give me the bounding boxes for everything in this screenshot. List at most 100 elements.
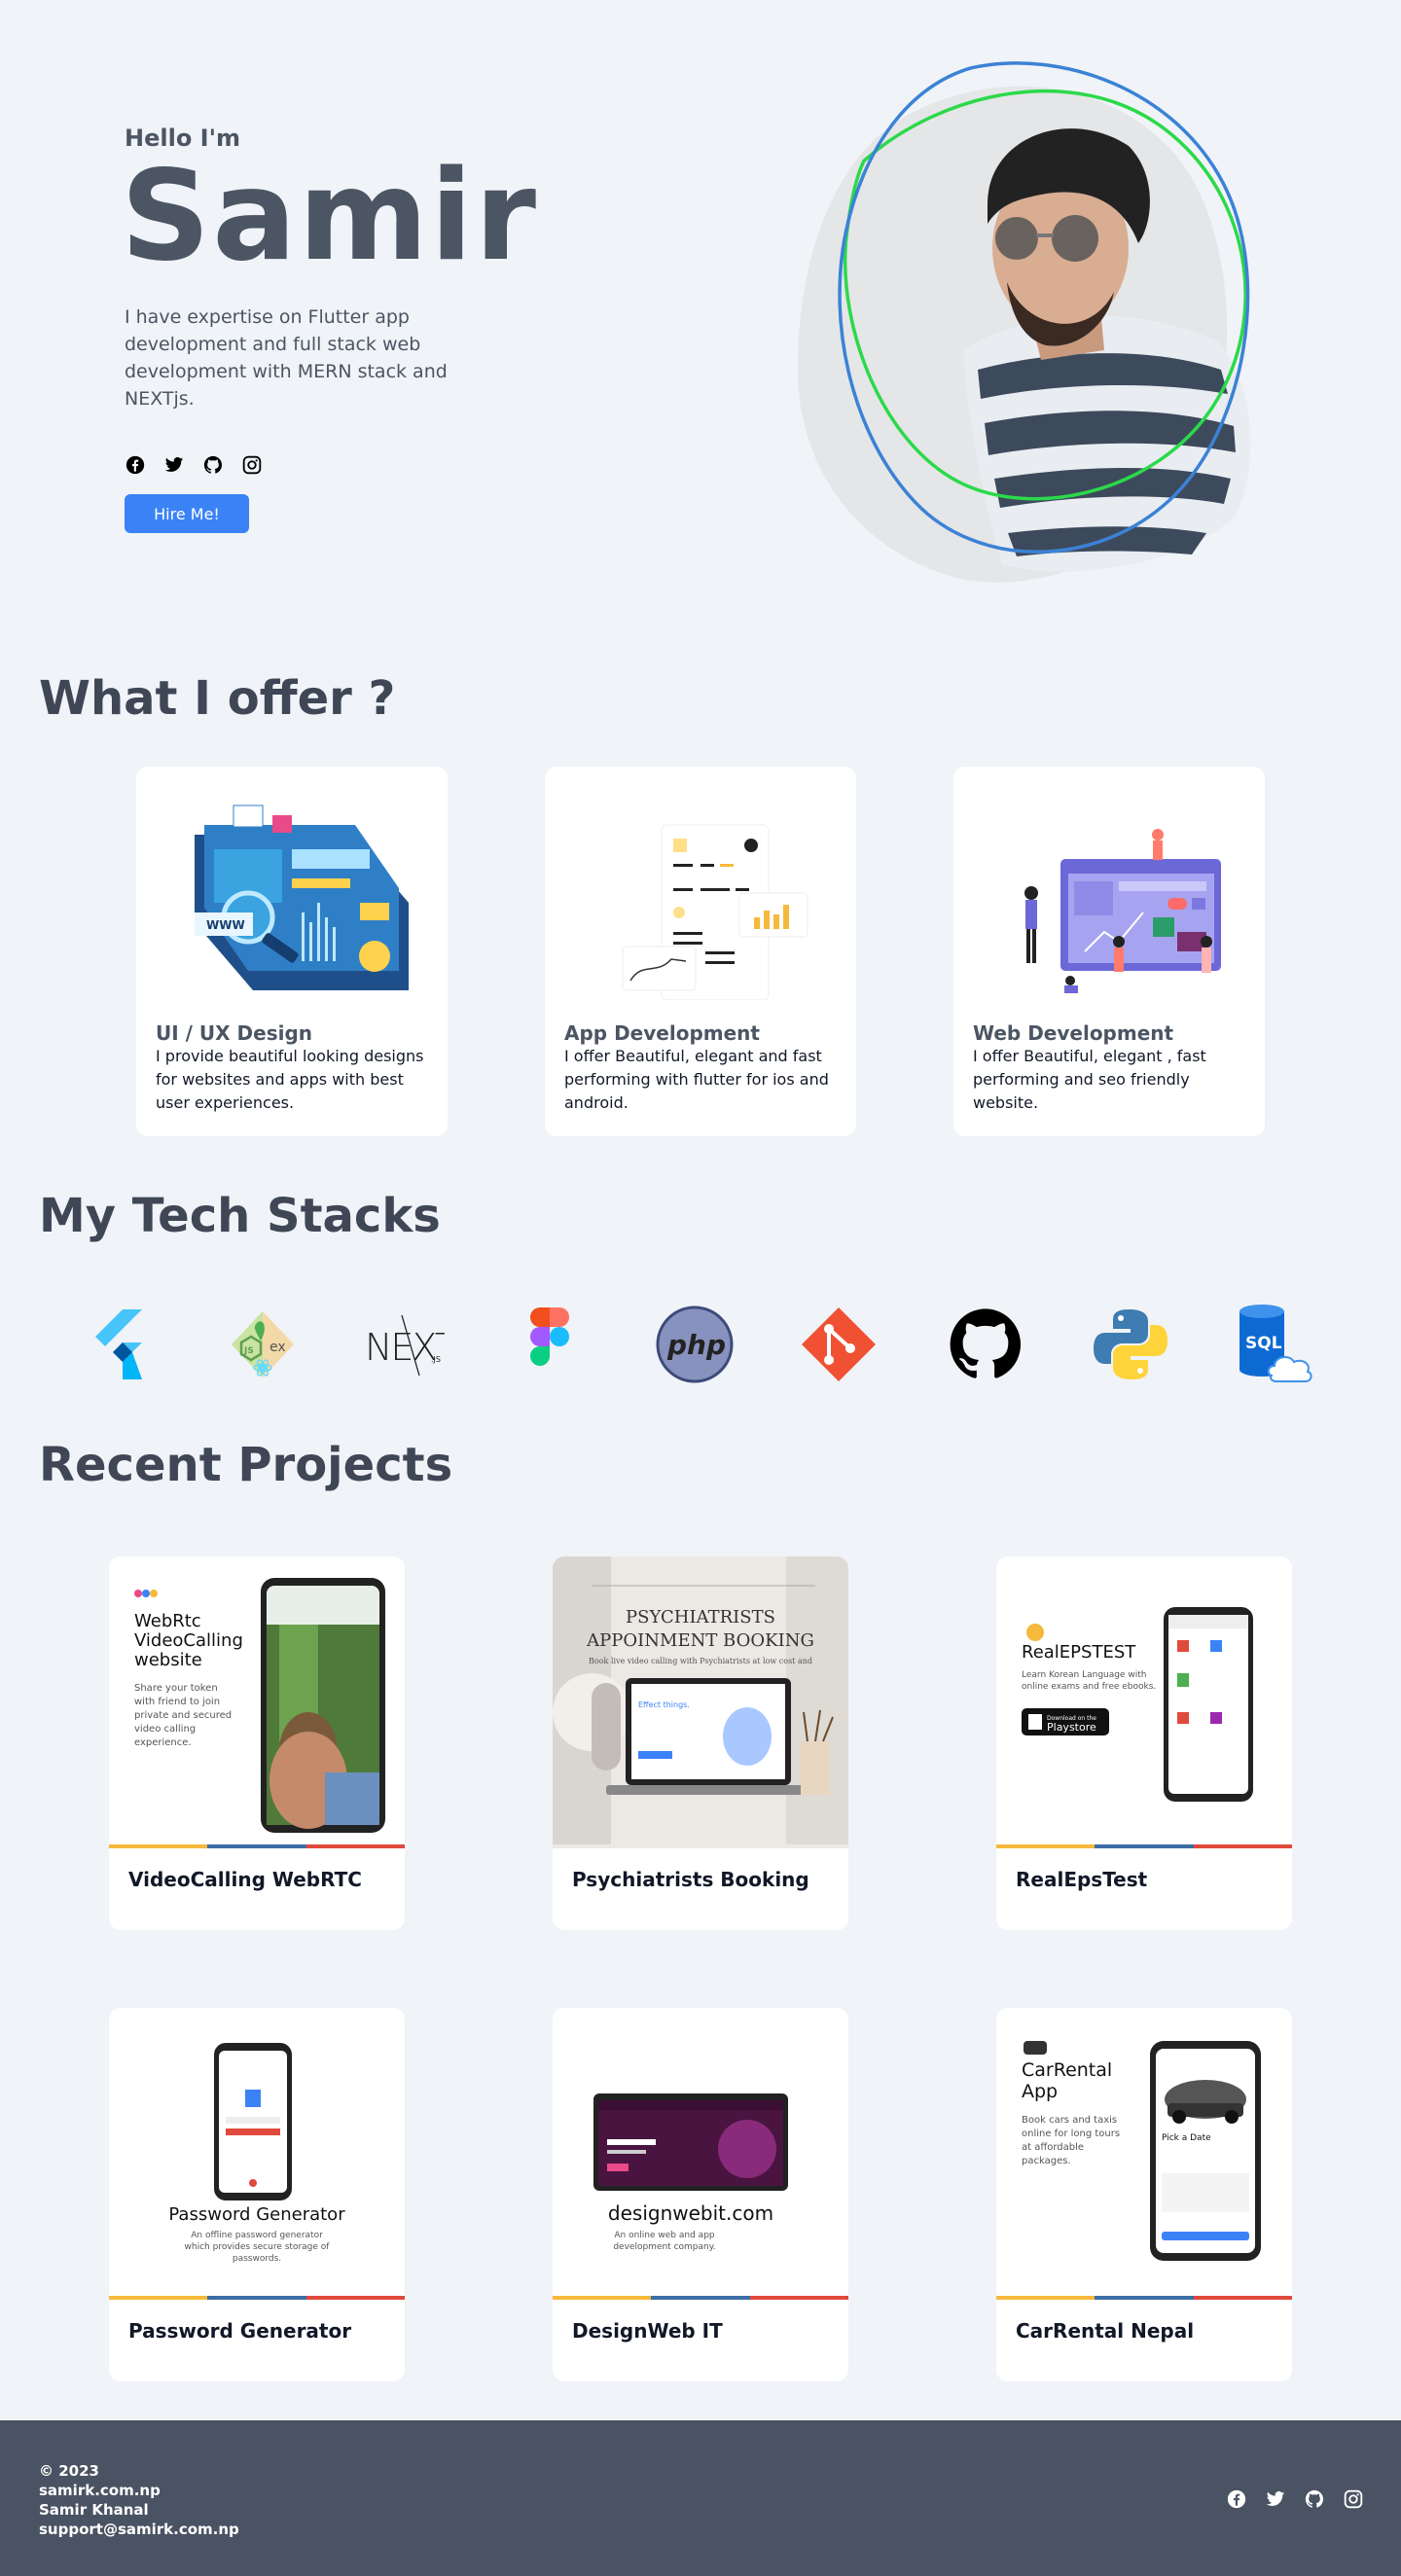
svg-text:with friend to join: with friend to join (134, 1697, 220, 1707)
svg-text:SQL: SQL (1245, 1334, 1282, 1353)
project-card-realepstest[interactable]: RealEPSTEST Learn Korean Language with o… (996, 1556, 1292, 1930)
project-color-bar (996, 1844, 1292, 1848)
offer-title: Web Development (973, 1021, 1174, 1045)
project-color-bar (109, 2296, 405, 2300)
project-color-bar (996, 2296, 1292, 2300)
github-icon (945, 1304, 1026, 1385)
footer-copyright: © 2023 (39, 2462, 99, 2480)
project-color-bar (553, 1844, 848, 1848)
offer-card-ui-ux: WWW UI / UX Design I provide beautiful l… (136, 767, 448, 1136)
project-title: CarRental Nepal (1016, 2319, 1195, 2343)
nodejs-express-icon: JS ex (222, 1304, 304, 1385)
offer-title: App Development (564, 1021, 760, 1045)
svg-text:development company.: development company. (613, 2242, 715, 2252)
svg-text:Pick a Date: Pick a Date (1162, 2133, 1211, 2143)
svg-text:WebRtc: WebRtc (134, 1611, 201, 1631)
instagram-icon[interactable] (1343, 2488, 1364, 2510)
svg-text:private and secured: private and secured (134, 1710, 232, 1721)
footer-email[interactable]: support@samirk.com.np (39, 2520, 239, 2539)
python-icon (1090, 1304, 1171, 1385)
hero-name: Samir (121, 144, 538, 289)
offers-title: What I offer ? (39, 671, 396, 726)
project-title: Psychiatrists Booking (572, 1868, 809, 1891)
hero-section: Hello I'm Samir I have expertise on Flut… (0, 0, 1401, 623)
svg-text:JS: JS (243, 1346, 254, 1356)
svg-text:php: php (666, 1329, 726, 1361)
project-card-psychiatrists[interactable]: PSYCHIATRISTS APPOINMENT BOOKING Book li… (553, 1556, 848, 1930)
facebook-icon[interactable] (125, 454, 146, 476)
project-color-bar (109, 1844, 405, 1848)
svg-text:which provides secure storage: which provides secure storage of (185, 2242, 331, 2252)
offer-description: I offer Beautiful, elegant and fast perf… (564, 1047, 829, 1112)
facebook-icon[interactable] (1226, 2488, 1247, 2510)
svg-text:An online web and app: An online web and app (614, 2231, 715, 2240)
sql-icon: SQL (1234, 1304, 1315, 1385)
project-card-designweb[interactable]: designwebit.com An online web and app de… (553, 2008, 848, 2381)
footer-social-links (1226, 2488, 1364, 2510)
svg-text:App: App (1022, 2081, 1058, 2102)
tech-stacks-title: My Tech Stacks (39, 1189, 441, 1243)
project-title: VideoCalling WebRTC (128, 1868, 362, 1891)
svg-text:Password Generator: Password Generator (168, 2204, 345, 2225)
project-card-password-generator[interactable]: Password Generator An offline password g… (109, 2008, 405, 2381)
svg-text:experience.: experience. (134, 1737, 192, 1748)
hero-bio: I have expertise on Flutter app developm… (125, 306, 448, 410)
offer-description: I offer Beautiful, elegant , fast perfor… (973, 1047, 1206, 1112)
project-card-videocalling[interactable]: WebRtc VideoCalling website Share your t… (109, 1556, 405, 1930)
project-color-bar (553, 2296, 848, 2300)
svg-text:Share your token: Share your token (134, 1683, 218, 1694)
footer: © 2023 samirk.com.np Samir Khanal suppor… (0, 2420, 1401, 2576)
svg-text:website: website (134, 1650, 202, 1670)
svg-text:WWW: WWW (206, 918, 245, 932)
svg-text:Learn Korean Language with: Learn Korean Language with (1022, 1670, 1146, 1680)
svg-text:VideoCalling: VideoCalling (134, 1630, 243, 1651)
projects-title: Recent Projects (39, 1438, 453, 1492)
hire-me-button[interactable]: Hire Me! (125, 494, 249, 533)
nextjs-icon: NEXT .JS (363, 1304, 445, 1385)
offer-title: UI / UX Design (156, 1021, 313, 1045)
footer-info: © 2023 samirk.com.np Samir Khanal suppor… (39, 2461, 239, 2539)
project-title: Password Generator (128, 2319, 352, 2343)
svg-text:passwords.: passwords. (233, 2254, 281, 2264)
git-icon (798, 1304, 880, 1385)
github-icon[interactable] (202, 454, 224, 476)
svg-text:designwebit.com: designwebit.com (608, 2201, 773, 2225)
svg-text:at affordable: at affordable (1022, 2142, 1084, 2153)
offer-card-app-dev: App Development I offer Beautiful, elega… (545, 767, 856, 1136)
twitter-icon[interactable] (1265, 2488, 1286, 2510)
instagram-icon[interactable] (241, 454, 263, 476)
project-image: RealEPSTEST Learn Korean Language with o… (996, 1556, 1292, 1848)
offer-description: I provide beautiful looking designs for … (156, 1047, 424, 1112)
figma-icon (509, 1304, 591, 1385)
hero-social-links (125, 454, 263, 476)
project-title: DesignWeb IT (572, 2319, 723, 2343)
project-image: designwebit.com An online web and app de… (553, 2008, 848, 2300)
profile-photo (798, 61, 1251, 583)
ui-ux-illustration: WWW (195, 805, 409, 990)
svg-text:An offline password generator: An offline password generator (191, 2231, 323, 2240)
svg-text:PSYCHIATRISTS: PSYCHIATRISTS (626, 1607, 775, 1628)
project-image: WebRtc VideoCalling website Share your t… (109, 1556, 405, 1848)
footer-domain: samirk.com.np (39, 2482, 161, 2499)
svg-text:Playstore: Playstore (1047, 1721, 1096, 1734)
footer-owner: Samir Khanal (39, 2501, 149, 2519)
project-image: PSYCHIATRISTS APPOINMENT BOOKING Book li… (553, 1556, 848, 1848)
svg-text:Effect things.: Effect things. (638, 1700, 690, 1709)
github-icon[interactable] (1304, 2488, 1325, 2510)
svg-text:video calling: video calling (134, 1724, 196, 1735)
svg-text:APPOINMENT BOOKING: APPOINMENT BOOKING (586, 1630, 814, 1651)
project-card-carrental[interactable]: CarRental App Book cars and taxis online… (996, 2008, 1292, 2381)
svg-text:Book cars and taxis: Book cars and taxis (1022, 2115, 1117, 2126)
project-title: RealEpsTest (1016, 1868, 1148, 1891)
svg-text:online exams and free ebooks.: online exams and free ebooks. (1022, 1682, 1156, 1692)
svg-text:online for long tours: online for long tours (1022, 2129, 1120, 2139)
web-development-illustration (1024, 829, 1221, 993)
svg-text:RealEPSTEST: RealEPSTEST (1022, 1642, 1136, 1663)
svg-text:Book live video calling with P: Book live video calling with Psychiatris… (589, 1657, 812, 1665)
app-development-illustration (622, 824, 808, 1000)
project-image: Password Generator An offline password g… (109, 2008, 405, 2300)
php-icon: php (654, 1304, 736, 1385)
svg-text:packages.: packages. (1022, 2156, 1071, 2166)
twitter-icon[interactable] (163, 454, 185, 476)
svg-text:ex: ex (269, 1340, 286, 1355)
